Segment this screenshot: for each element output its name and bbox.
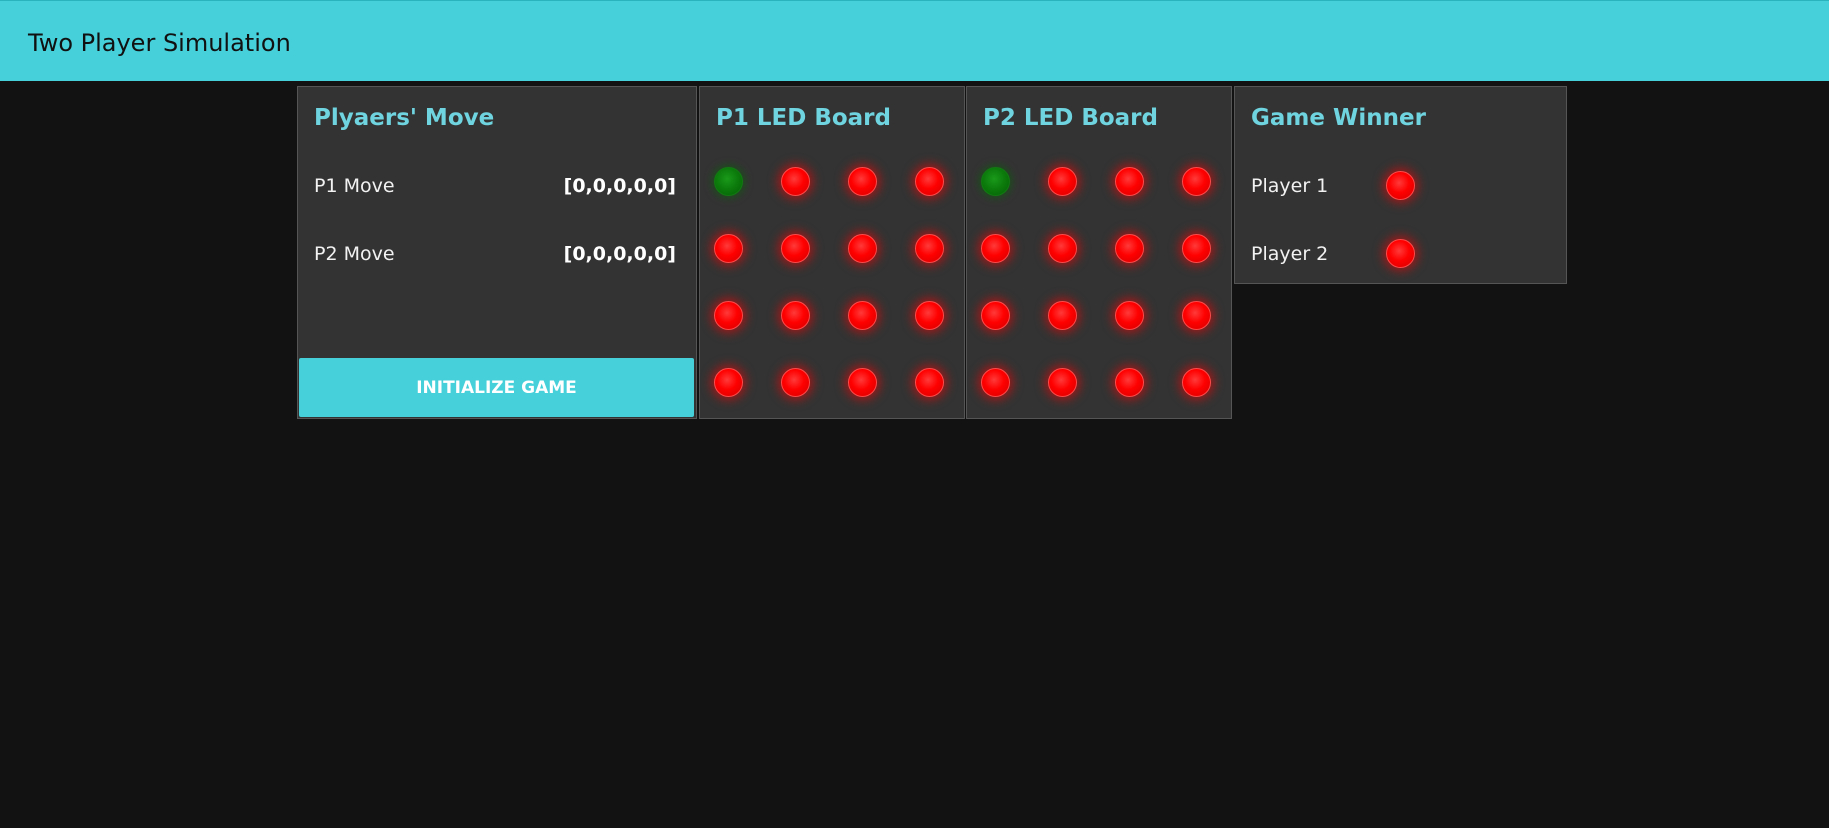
p1-led-r2c4	[915, 234, 944, 263]
p2-led-r2c1	[981, 234, 1010, 263]
p1-led-r3c3	[848, 301, 877, 330]
p1-led-r2c3	[848, 234, 877, 263]
p1-led-r4c2	[781, 368, 810, 397]
p1-led-r3c4	[915, 301, 944, 330]
p2-led-r2c2	[1048, 234, 1077, 263]
p2-led-r3c1	[981, 301, 1010, 330]
p2-led-r3c2	[1048, 301, 1077, 330]
p1-led-r2c1	[714, 234, 743, 263]
p2-led-r3c4	[1182, 301, 1211, 330]
p1-move-value: [0,0,0,0,0]	[563, 175, 676, 197]
p1-led-r1c2	[781, 167, 810, 196]
p2-led-r4c1	[981, 368, 1010, 397]
initialize-game-button[interactable]: INITIALIZE GAME	[299, 358, 694, 417]
p2-led-r4c3	[1115, 368, 1144, 397]
p2-led-r1c2	[1048, 167, 1077, 196]
p1-led-board-card: P1 LED Board	[699, 86, 965, 419]
p1-led-r2c2	[781, 234, 810, 263]
players-move-title: Plyaers' Move	[314, 105, 495, 131]
p2-led-r1c1	[981, 167, 1010, 196]
p1-led-r4c1	[714, 368, 743, 397]
p1-led-r4c4	[915, 368, 944, 397]
winner-player2-led	[1386, 239, 1415, 268]
p2-led-r1c3	[1115, 167, 1144, 196]
p2-led-r4c4	[1182, 368, 1211, 397]
players-move-card: Plyaers' Move P1 Move [0,0,0,0,0] P2 Mov…	[297, 86, 697, 419]
p2-led-r2c4	[1182, 234, 1211, 263]
winner-player2-label: Player 2	[1251, 243, 1329, 265]
p2-led-r3c3	[1115, 301, 1144, 330]
p1-led-r3c2	[781, 301, 810, 330]
p2-led-r1c4	[1182, 167, 1211, 196]
p1-led-r1c3	[848, 167, 877, 196]
app-title: Two Player Simulation	[28, 29, 291, 57]
p1-led-r1c4	[915, 167, 944, 196]
p1-led-r3c1	[714, 301, 743, 330]
game-winner-card: Game Winner Player 1 Player 2	[1234, 86, 1567, 284]
winner-player1-led	[1386, 171, 1415, 200]
app-header: Two Player Simulation	[0, 0, 1829, 81]
game-winner-title: Game Winner	[1251, 105, 1426, 131]
p2-led-r2c3	[1115, 234, 1144, 263]
p1-led-r4c3	[848, 368, 877, 397]
p1-move-label: P1 Move	[314, 175, 395, 197]
winner-player1-label: Player 1	[1251, 175, 1329, 197]
p2-move-label: P2 Move	[314, 243, 395, 265]
p1-led-r1c1	[714, 167, 743, 196]
p2-led-board-title: P2 LED Board	[983, 105, 1158, 131]
p2-led-board-card: P2 LED Board	[966, 86, 1232, 419]
p2-led-r4c2	[1048, 368, 1077, 397]
p1-led-board-title: P1 LED Board	[716, 105, 891, 131]
p2-move-value: [0,0,0,0,0]	[563, 243, 676, 265]
